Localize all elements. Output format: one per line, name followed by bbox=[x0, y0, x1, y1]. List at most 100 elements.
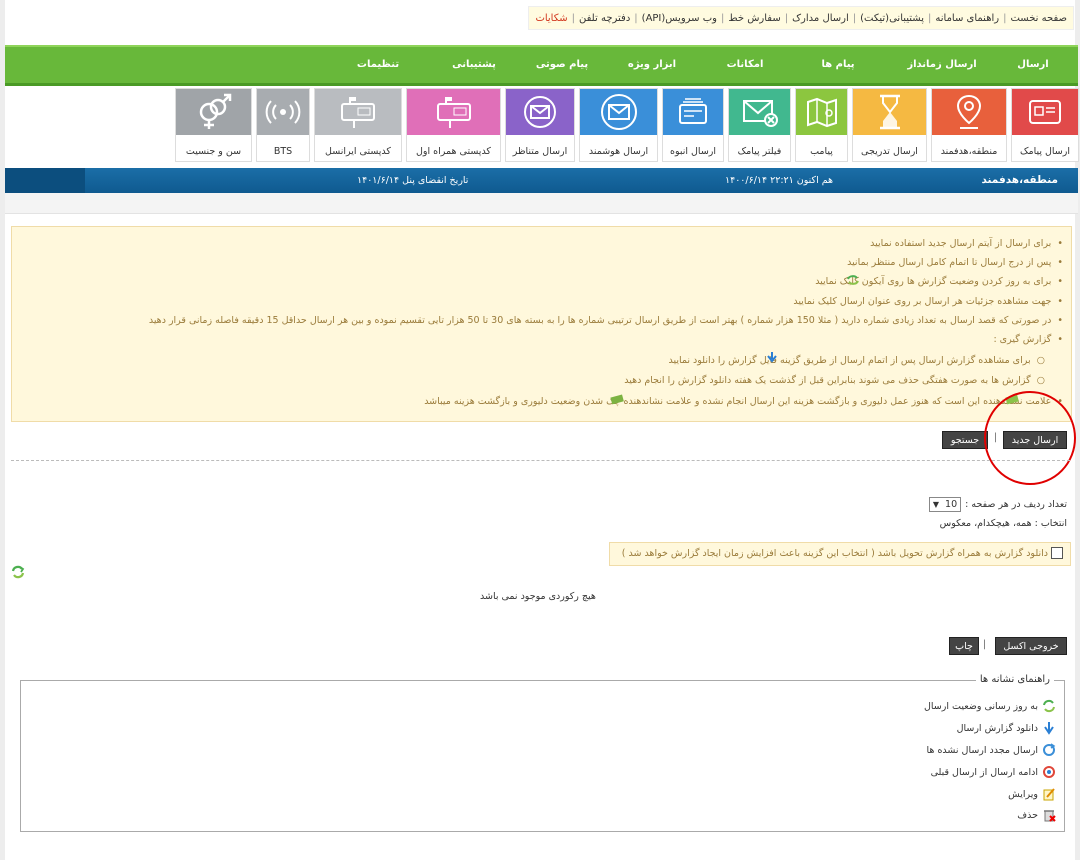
rows-per-page-select[interactable]: ▼ 10 bbox=[928, 497, 962, 512]
rows-per-page: تعداد ردیف در هر صفحه : ▼ 10 bbox=[928, 497, 1067, 512]
download-icon bbox=[1042, 721, 1056, 735]
top-link-home[interactable]: صفحه نخست bbox=[1010, 13, 1067, 24]
money-checked-icon bbox=[610, 393, 624, 405]
icon-label: BTS bbox=[273, 146, 293, 157]
icon-label: فیلتر پیامک bbox=[737, 146, 782, 157]
refresh-icon bbox=[1042, 699, 1056, 713]
nav-scheduled-send[interactable]: ارسال زمانداز bbox=[907, 59, 976, 70]
map-pin-icon bbox=[932, 89, 1006, 135]
legend-item: حذف bbox=[1017, 808, 1056, 822]
download-with-delivery-label: دانلود گزارش به همراه گزارش تحویل باشد (… bbox=[621, 548, 1048, 559]
icon-card-sms-filter[interactable]: فیلتر پیامک bbox=[728, 88, 791, 162]
print-button[interactable]: چاپ bbox=[949, 637, 979, 655]
top-link-complaints[interactable]: شکایات bbox=[535, 13, 567, 24]
icon-legend: راهنمای نشانه ها به روز رسانی وضعیت ارسا… bbox=[20, 674, 1065, 832]
icon-label: منطقه،هدفمند bbox=[940, 146, 998, 157]
notice-item: • برای ارسال از آیتم ارسال جدید استفاده … bbox=[870, 238, 1063, 249]
empty-message: هیچ رکوردی موجود نمی باشد bbox=[480, 591, 596, 602]
envelope-icon bbox=[506, 89, 574, 135]
download-with-delivery-checkbox[interactable] bbox=[1051, 547, 1063, 559]
download-option-box: دانلود گزارش به همراه گزارش تحویل باشد (… bbox=[609, 542, 1071, 566]
icon-label: پیامب bbox=[810, 146, 833, 157]
top-link-guide[interactable]: راهنمای سامانه bbox=[935, 13, 999, 24]
sms-card-icon bbox=[1012, 89, 1078, 135]
nav-support[interactable]: پشتیبانی bbox=[452, 59, 496, 70]
chevron-down-icon: ▼ bbox=[932, 500, 940, 509]
hourglass-icon bbox=[853, 89, 926, 135]
top-link-api[interactable]: وب سرویس(API) bbox=[642, 13, 717, 24]
nav-send[interactable]: ارسال bbox=[1017, 59, 1048, 70]
top-links: صفحه نخست | راهنمای سامانه | پشتیبانی(تیکت… bbox=[528, 6, 1074, 30]
legend-item: دانلود گزارش ارسال bbox=[957, 721, 1056, 735]
smart-mail-icon bbox=[580, 89, 657, 135]
icon-label: کدپستی ایرانسل bbox=[325, 146, 391, 157]
icon-card-bts[interactable]: BTS bbox=[256, 88, 310, 162]
icon-card-bulk-send[interactable]: ارسال انبوه bbox=[662, 88, 724, 162]
notice-item: • در صورتی که قصد ارسال به تعداد زیادی ش… bbox=[148, 315, 1063, 326]
icon-card-smart-send[interactable]: ارسال هوشمند bbox=[579, 88, 658, 162]
icon-label: ارسال متناظر bbox=[512, 146, 568, 157]
icon-label: ارسال انبوه bbox=[669, 146, 717, 157]
delete-icon bbox=[1042, 808, 1056, 822]
icon-card-send-sms[interactable]: ارسال پیامک bbox=[1011, 88, 1079, 162]
icon-label: ارسال پیامک bbox=[1019, 146, 1070, 157]
icon-card-gradual-send[interactable]: ارسال تدریجی bbox=[852, 88, 927, 162]
header-strip bbox=[5, 193, 1078, 214]
nav-messages[interactable]: پیام ها bbox=[821, 59, 854, 70]
icon-card-region-targeted[interactable]: منطقه،هدفمند bbox=[931, 88, 1007, 162]
rows-per-page-label: تعداد ردیف در هر صفحه : bbox=[965, 499, 1067, 510]
section-divider bbox=[11, 460, 1070, 461]
panel-expiry: تاریخ انقضای پنل ۱۴۰۱/۶/۱۴ bbox=[357, 175, 469, 186]
card-stack-icon bbox=[663, 89, 723, 135]
nav-voice-message[interactable]: پیام صوتی bbox=[536, 59, 588, 70]
gender-icon bbox=[176, 89, 251, 135]
page-header-bar: منطقه،هدفمند هم اکنون ۲۲:۲۱ ۱۴۰۰/۶/۱۴ تا… bbox=[5, 168, 1078, 193]
icon-label: ارسال تدریجی bbox=[861, 146, 918, 157]
antenna-icon bbox=[257, 89, 309, 135]
nav-features[interactable]: امکانات bbox=[727, 59, 764, 70]
legend-title: راهنمای نشانه ها bbox=[975, 674, 1054, 685]
mail-x-icon bbox=[729, 89, 790, 135]
excel-export-button[interactable]: خروجی اکسل bbox=[995, 637, 1067, 655]
current-time: هم اکنون ۲۲:۲۱ ۱۴۰۰/۶/۱۴ bbox=[725, 175, 834, 186]
mailbox-ir-icon bbox=[407, 89, 500, 135]
legend-item: به روز رسانی وضعیت ارسال bbox=[924, 699, 1056, 713]
top-link-order-line[interactable]: سفارش خط bbox=[728, 13, 780, 24]
icon-card-postcode-irancell[interactable]: کدپستی ایرانسل bbox=[314, 88, 402, 162]
mailbox-mtn-icon bbox=[315, 89, 401, 135]
nav-settings[interactable]: تنظیمات bbox=[357, 59, 399, 70]
legend-item: ادامه ارسال از ارسال قبلی bbox=[931, 765, 1056, 779]
nav-special-tools[interactable]: ابزار ویژه bbox=[628, 59, 676, 70]
refresh-icon[interactable] bbox=[11, 565, 25, 579]
notice-item: • پس از درج ارسال تا اتمام کامل ارسال من… bbox=[847, 257, 1063, 268]
notice-subitem: ○ گزارش ها به صورت هفتگی حذف می شوند بنا… bbox=[624, 375, 1045, 386]
page-title: منطقه،هدفمند bbox=[981, 174, 1058, 186]
legend-item: ارسال مجدد ارسال نشده ها bbox=[927, 743, 1056, 757]
icon-card-payamb[interactable]: پیامب bbox=[795, 88, 848, 162]
icon-label: سن و جنسیت bbox=[185, 146, 242, 157]
download-arrow-icon bbox=[766, 351, 778, 363]
icon-label: کدپستی همراه اول bbox=[416, 146, 491, 157]
notice-item: • گزارش گیری : bbox=[993, 334, 1063, 345]
map-icon bbox=[796, 89, 847, 135]
top-link-ticket[interactable]: پشتیبانی(تیکت) bbox=[860, 13, 924, 24]
icon-card-postcode-hamrahaval[interactable]: کدپستی همراه اول bbox=[406, 88, 501, 162]
notice-item: • علامت نشاندهنده این است که هنوز عمل دل… bbox=[424, 396, 1063, 407]
notice-item: • جهت مشاهده جزئیات هر ارسال بر روی عنوا… bbox=[793, 296, 1063, 307]
notice-subitem: ○ برای مشاهده گزارش ارسال پس از اتمام ار… bbox=[668, 355, 1045, 366]
resend-icon bbox=[1042, 743, 1056, 757]
icon-label: ارسال هوشمند bbox=[588, 146, 649, 157]
separator: | bbox=[983, 639, 987, 650]
icon-card-matched-send[interactable]: ارسال متناظر bbox=[505, 88, 575, 162]
header-bar-accent bbox=[5, 168, 85, 193]
edit-icon bbox=[1042, 787, 1056, 801]
refresh-icon bbox=[846, 274, 860, 286]
top-link-documents[interactable]: ارسال مدارک bbox=[792, 13, 849, 24]
icon-card-age-gender[interactable]: سن و جنسیت bbox=[175, 88, 252, 162]
continue-send-icon bbox=[1042, 765, 1056, 779]
main-nav: ارسال ارسال زمانداز پیام ها امکانات ابزا… bbox=[5, 45, 1078, 86]
selection-links[interactable]: انتخاب : همه، هیچکدام، معکوس bbox=[940, 518, 1067, 529]
notice-box: • برای ارسال از آیتم ارسال جدید استفاده … bbox=[11, 226, 1072, 422]
top-link-phonebook[interactable]: دفترچه تلفن bbox=[579, 13, 630, 24]
annotation-circle bbox=[984, 391, 1076, 485]
